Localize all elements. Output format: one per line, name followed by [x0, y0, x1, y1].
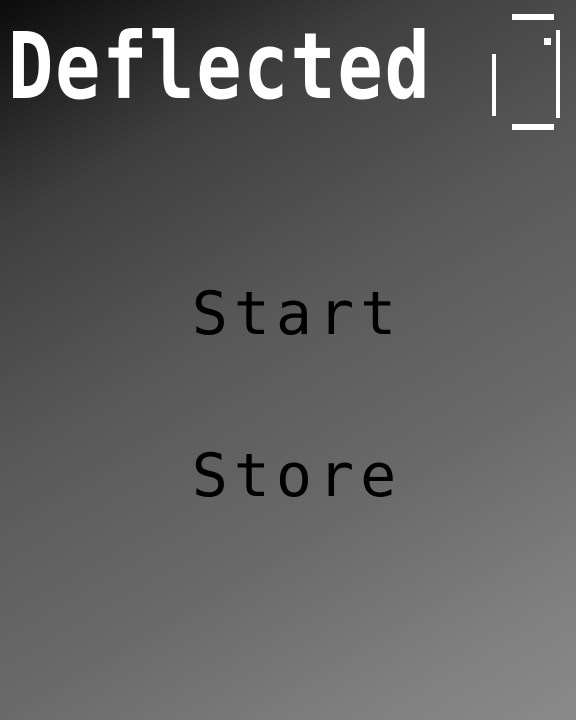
main-menu: Start Store — [0, 0, 576, 720]
store-button[interactable]: Store — [0, 440, 576, 512]
start-button[interactable]: Start — [0, 278, 576, 350]
